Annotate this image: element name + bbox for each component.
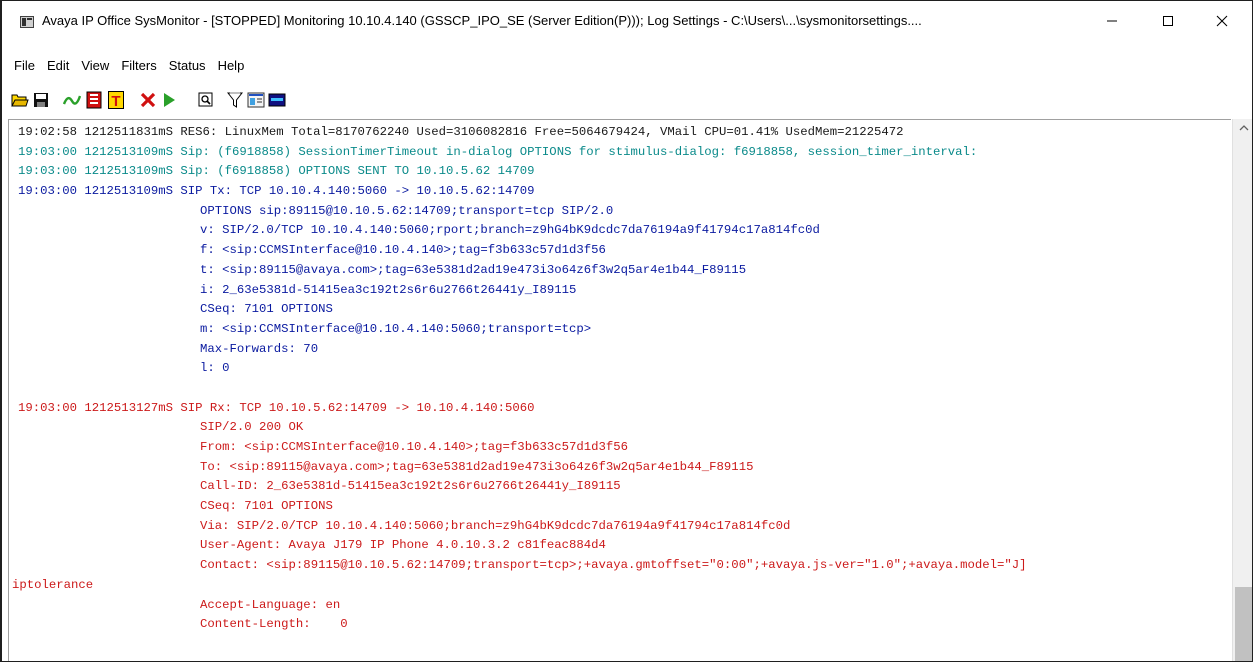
sysmonitor-window: Avaya IP Office SysMonitor - [STOPPED] M… — [0, 0, 1253, 662]
properties-button[interactable] — [246, 90, 266, 110]
log-output[interactable]: 19:02:58 1212511831mS RES6: LinuxMem Tot… — [8, 119, 1231, 661]
menu-file[interactable]: File — [2, 56, 41, 76]
log-line: Content-Length: 0 — [200, 617, 348, 632]
log-line: User-Agent: Avaya J179 IP Phone 4.0.10.3… — [200, 538, 606, 553]
open-log-button[interactable] — [10, 90, 30, 110]
log-lines: 19:02:58 1212511831mS RES6: LinuxMem Tot… — [9, 123, 1027, 635]
trace-wave-icon — [63, 95, 81, 105]
find-button[interactable] — [196, 90, 216, 110]
find-icon — [198, 92, 213, 107]
log-line: Via: SIP/2.0/TCP 10.10.4.140:5060;branch… — [200, 518, 791, 533]
log-line: OPTIONS sip:89115@10.10.5.62:14709;trans… — [200, 203, 614, 218]
menu-bar: File Edit View Filters Status Help — [2, 56, 250, 76]
log-line: Contact: <sip:89115@10.10.5.62:14709;tra… — [200, 558, 1027, 573]
save-icon — [34, 93, 48, 107]
log-line: Accept-Language: en — [200, 597, 341, 612]
filter-icon — [227, 92, 243, 108]
open-folder-icon — [11, 94, 29, 107]
log-line: From: <sip:CCMSInterface@10.10.4.140>;ta… — [200, 440, 629, 454]
trace-options-icon: T — [108, 91, 124, 109]
toolbar: T — [10, 88, 1250, 112]
title-bar[interactable]: Avaya IP Office SysMonitor - [STOPPED] M… — [2, 1, 1252, 41]
log-line: CSeq: 7101 OPTIONS — [200, 302, 333, 317]
log-line: Max-Forwards: 70 — [200, 341, 319, 356]
status-window-icon — [268, 93, 286, 107]
trace-options-button[interactable]: T — [106, 90, 126, 110]
properties-icon — [247, 92, 265, 108]
chevron-up-icon — [1239, 125, 1248, 131]
stop-icon — [140, 92, 156, 108]
log-line: l: 0 — [200, 361, 230, 376]
log-line: Call-ID: 2_63e5381d-51415ea3c192t2s6r6u2… — [200, 479, 621, 494]
log-line: 19:03:00 1212513109mS SIP Tx: TCP 10.10.… — [18, 184, 535, 199]
app-icon — [20, 16, 34, 28]
minimize-button[interactable] — [1089, 1, 1135, 41]
scrollbar-thumb[interactable] — [1235, 587, 1252, 661]
close-button[interactable] — [1199, 1, 1245, 41]
vertical-scrollbar[interactable] — [1232, 119, 1252, 661]
stop-button[interactable] — [138, 90, 158, 110]
close-icon — [1216, 15, 1228, 27]
status-window-button[interactable] — [267, 90, 287, 110]
log-line: 19:03:00 1212513109mS Sip: (f6918858) OP… — [18, 164, 535, 179]
clear-log-button[interactable] — [84, 90, 104, 110]
log-line: m: <sip:CCMSInterface@10.10.4.140:5060;t… — [200, 321, 592, 336]
start-icon — [164, 93, 175, 107]
start-button[interactable] — [159, 90, 179, 110]
log-line: 19:03:00 1212513127mS SIP Rx: TCP 10.10.… — [18, 400, 535, 415]
log-line: CSeq: 7101 OPTIONS — [200, 499, 333, 514]
window-title: Avaya IP Office SysMonitor - [STOPPED] M… — [42, 13, 922, 28]
menu-filters[interactable]: Filters — [115, 56, 162, 76]
log-line: 19:03:00 1212513109mS Sip: (f6918858) Se… — [18, 144, 978, 159]
log-line: 19:02:58 1212511831mS RES6: LinuxMem Tot… — [18, 125, 904, 139]
log-line: t: <sip:89115@avaya.com>;tag=63e5381d2ad… — [200, 262, 747, 277]
clear-log-icon — [86, 91, 102, 109]
trace-button[interactable] — [62, 90, 82, 110]
log-line: i: 2_63e5381d-51415ea3c192t2s6r6u2766t26… — [200, 282, 577, 297]
maximize-icon — [1163, 16, 1173, 26]
log-line: v: SIP/2.0/TCP 10.10.4.140:5060;rport;br… — [200, 223, 820, 238]
menu-edit[interactable]: Edit — [41, 56, 75, 76]
svg-text:T: T — [111, 93, 120, 109]
log-line: f: <sip:CCMSInterface@10.10.4.140>;tag=f… — [200, 243, 606, 258]
menu-view[interactable]: View — [75, 56, 115, 76]
log-line: To: <sip:89115@avaya.com>;tag=63e5381d2a… — [200, 459, 754, 474]
filter-button[interactable] — [225, 90, 245, 110]
log-line: iptolerance — [12, 577, 94, 592]
menu-help[interactable]: Help — [212, 56, 251, 76]
log-line: SIP/2.0 200 OK — [200, 420, 304, 435]
menu-status[interactable]: Status — [163, 56, 212, 76]
scroll-up-button[interactable] — [1233, 119, 1252, 137]
maximize-button[interactable] — [1145, 1, 1191, 41]
minimize-icon — [1107, 20, 1117, 22]
save-log-button[interactable] — [31, 90, 51, 110]
